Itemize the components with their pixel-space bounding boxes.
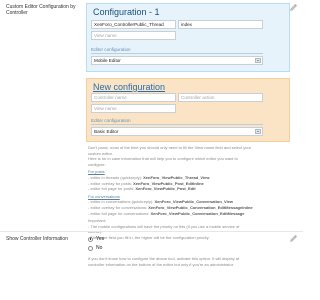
view-name-input[interactable]: View name [91,31,176,40]
radio-no-label: No [96,245,103,251]
help-important-line: - The more field you fill in, the higher… [88,234,210,240]
radio-button-no[interactable] [88,245,93,251]
radio-yes-label: Yes [96,236,105,242]
help-intro-line: configure: [88,161,106,167]
new-controller-name-input[interactable]: Controller name [91,93,176,102]
radio-yes[interactable]: Yes [88,236,104,242]
divider [91,124,263,125]
pencil-icon[interactable] [289,3,298,12]
new-controller-action-input[interactable]: Controller action [178,93,263,102]
configuration-help: Don't panic, most of the time you should… [88,145,288,241]
editor-configuration-label: Editor configuration [91,47,131,52]
chevron-down-icon [255,129,261,134]
controller-name-input[interactable]: XenForo_ControllerPublic_Thread [91,20,176,29]
option-divider [0,231,303,232]
new-editor-configuration-label: Editor configuration [91,118,131,123]
chevron-down-icon [255,58,261,63]
new-configuration-panel: New configuration Controller name Contro… [86,78,290,142]
configuration-1-panel: Configuration - 1 XenForo_ControllerPubl… [86,3,290,72]
option-label-custom-editor: Custom Editor Configuration by Controlle… [6,4,76,17]
divider [91,53,263,54]
new-editor-selected-value: Basic Editor [94,129,119,134]
configuration-1-title: Configuration - 1 [93,7,160,17]
radio-button-yes[interactable] [88,236,93,242]
radio-no[interactable]: No [88,245,102,251]
editor-selected-value: Mobile Editor [94,58,121,63]
option-label-show-controller-info: Show Controller Information [6,236,68,242]
show-controller-help: If you don't know how to configure the a… [88,256,288,267]
help-posts-line: - editor full page for posts: XenForo_Vi… [88,186,196,192]
new-view-name-input[interactable]: View name [91,104,176,113]
new-editor-configuration-select[interactable]: Basic Editor [91,127,263,136]
controller-action-input[interactable]: index [178,20,263,29]
pencil-icon[interactable] [289,234,298,243]
help-line: controller information on the bottom of … [88,261,234,267]
help-conversations-line: - editor full page for conversations: Xe… [88,210,245,216]
new-configuration-title[interactable]: New configuration [93,82,165,92]
editor-configuration-select[interactable]: Mobile Editor [91,56,263,65]
